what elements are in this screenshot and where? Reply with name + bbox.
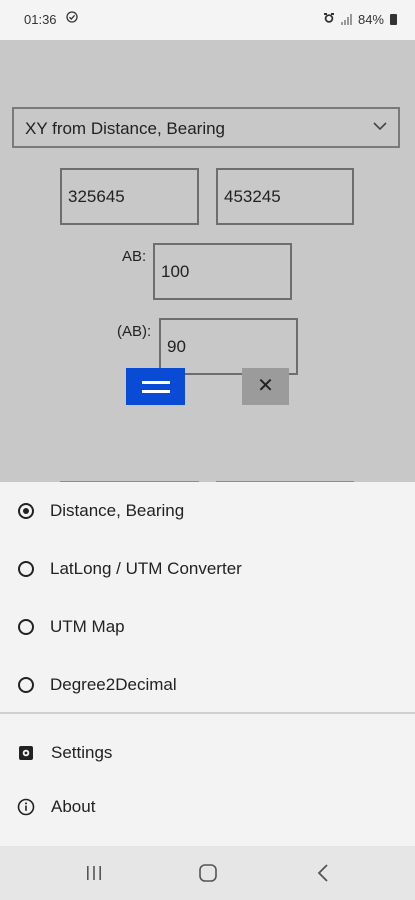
navigation-sheet: Distance, Bearing LatLong / UTM Converte… [0,482,415,846]
menu-option-degree2decimal[interactable]: Degree2Decimal [0,657,415,713]
x-coordinate-value: 325645 [68,186,125,206]
menu-option-distance-bearing[interactable]: Distance, Bearing [0,483,415,539]
signal-icon [340,14,352,25]
about-label: About [51,797,96,816]
radio-selected-icon [18,503,34,519]
settings-item[interactable]: Settings [0,728,415,778]
status-bar: 01:36 84% [0,0,415,40]
home-icon [199,864,217,882]
mode-dropdown-value: XY from Distance, Bearing [25,119,225,138]
info-icon [17,798,35,816]
distance-label: AB: [122,248,147,265]
radio-icon [18,619,34,635]
about-item[interactable]: About [0,782,415,832]
distance-input[interactable]: 100 [153,243,292,300]
calculate-button[interactable] [126,368,185,405]
menu-option-label: UTM Map [50,617,125,636]
back-button[interactable] [293,846,353,900]
menu-option-latlong-utm[interactable]: LatLong / UTM Converter [0,541,415,597]
mode-dropdown[interactable]: XY from Distance, Bearing [12,107,400,148]
home-button[interactable] [178,846,238,900]
gear-icon [17,744,35,762]
menu-option-label: LatLong / UTM Converter [50,559,242,578]
equals-icon [141,380,170,384]
menu-option-utm-map[interactable]: UTM Map [0,599,415,655]
chevron-down-icon [372,118,388,139]
back-icon [317,864,328,882]
clear-button[interactable]: ✕ [242,368,289,405]
radio-icon [18,677,34,693]
sync-icon [66,11,78,26]
close-icon: ✕ [257,375,274,397]
y-coordinate-value: 453245 [224,186,281,206]
calculator-form: XY from Distance, Bearing 325645 453245 … [0,40,415,486]
menu-option-label: Distance, Bearing [50,501,185,520]
menu-option-label: Degree2Decimal [50,675,177,694]
alarm-icon [323,12,335,27]
bearing-input[interactable]: 90 [159,318,298,375]
menu-divider [0,712,415,714]
settings-label: Settings [51,743,113,762]
recent-apps-button[interactable] [64,846,124,900]
y-coordinate-input[interactable]: 453245 [216,168,354,225]
equals-icon-bar [141,389,170,393]
system-nav-bar [0,846,415,900]
x-coordinate-input[interactable]: 325645 [60,168,199,225]
bearing-label: (AB): [117,323,152,340]
distance-value: 100 [161,261,190,281]
battery-icon [390,14,397,25]
recent-apps-icon [87,866,101,880]
radio-icon [18,561,34,577]
bearing-value: 90 [167,336,186,356]
battery-text: 84% [357,12,384,27]
status-time: 01:36 [24,12,57,27]
